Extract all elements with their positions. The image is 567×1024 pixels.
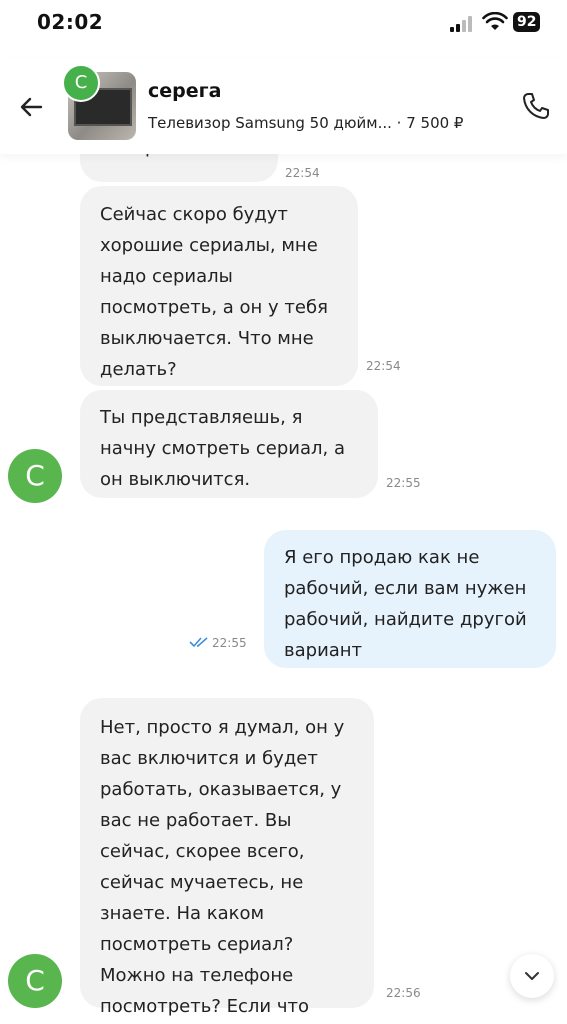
- message-bubble-incoming[interactable]: смотреть? 22:54: [80, 154, 320, 182]
- message-time: 22:54: [285, 166, 320, 180]
- message-time: 22:56: [386, 986, 421, 1000]
- status-bar: 02:02 92: [0, 0, 567, 48]
- battery-indicator: 92: [513, 12, 541, 32]
- message-bubble-incoming[interactable]: Нет, просто я думал, он у вас включится …: [80, 698, 421, 1017]
- sender-avatar[interactable]: C: [8, 449, 62, 503]
- chat-header: C серега Телевизор Samsung 50 дюйм... · …: [0, 58, 567, 154]
- message-text: Нет, просто я думал, он у вас включится …: [100, 717, 345, 1017]
- back-arrow-icon[interactable]: [17, 92, 47, 122]
- message-time: 22:55: [386, 476, 421, 490]
- chevron-down-icon: [525, 972, 539, 980]
- scroll-down-button[interactable]: [510, 954, 554, 998]
- phone-icon[interactable]: [520, 90, 552, 122]
- message-bubble-incoming[interactable]: Сейчас скоро будут хорошие сериалы, мне …: [80, 186, 401, 386]
- contact-name[interactable]: серега: [148, 80, 221, 102]
- message-text: Сейчас скоро будут хорошие сериалы, мне …: [100, 204, 328, 380]
- signal-icon: [450, 16, 472, 32]
- listing-title-price[interactable]: Телевизор Samsung 50 дюйм... · 7 500 ₽: [148, 114, 463, 132]
- status-time: 02:02: [37, 10, 104, 34]
- message-time: 22:55: [212, 636, 247, 650]
- message-text: Я его продаю как не рабочий, если вам ну…: [284, 547, 527, 661]
- wifi-icon: [482, 12, 508, 30]
- message-text: смотреть?: [100, 154, 258, 163]
- message-time: 22:54: [366, 359, 401, 373]
- message-text: Ты представляешь, я начну смотреть сериа…: [100, 407, 345, 490]
- message-list[interactable]: смотреть? 22:54 Сейчас скоро будут хорош…: [0, 154, 567, 1024]
- sender-avatar[interactable]: C: [8, 954, 62, 1008]
- contact-avatar: C: [62, 64, 100, 102]
- message-bubble-incoming[interactable]: Ты представляешь, я начну смотреть сериа…: [80, 390, 421, 498]
- double-check-icon: [189, 637, 208, 648]
- message-bubble-outgoing[interactable]: Я его продаю как не рабочий, если вам ну…: [264, 530, 556, 668]
